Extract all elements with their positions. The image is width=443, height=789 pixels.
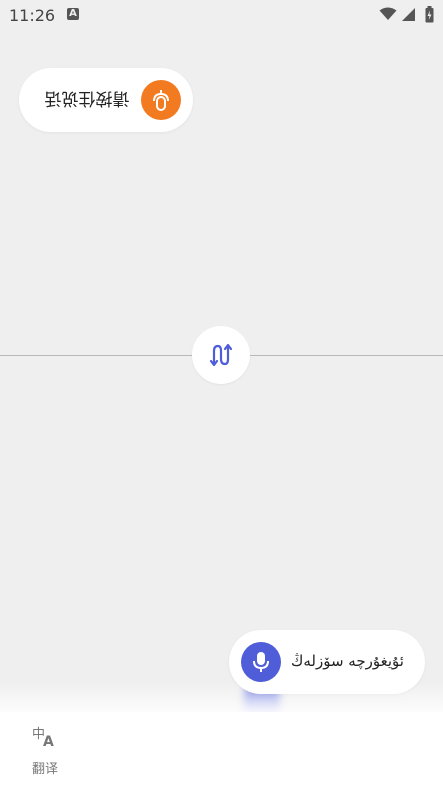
svg-text:A: A bbox=[43, 734, 54, 748]
notification-a-icon: A bbox=[67, 8, 79, 20]
nav-item-translate[interactable]: 中 A 翻译 bbox=[20, 724, 70, 779]
bottom-mic-button[interactable] bbox=[241, 642, 281, 682]
bottom-nav-fade bbox=[0, 682, 443, 714]
status-time: 11:26 bbox=[9, 6, 56, 25]
mic-icon bbox=[253, 652, 269, 672]
top-speak-pill[interactable]: 请按住说话 bbox=[19, 68, 193, 132]
wifi-icon bbox=[379, 7, 397, 20]
status-bar: 11:26 A bbox=[0, 0, 443, 30]
signal-icon bbox=[402, 8, 415, 21]
bottom-prompt-text: ئۇيغۇرچە سۆزلەڭ bbox=[291, 652, 404, 670]
translate-icon: 中 A bbox=[32, 727, 54, 748]
swap-icon bbox=[209, 343, 233, 367]
swap-languages-button[interactable] bbox=[192, 326, 250, 384]
top-mic-button[interactable] bbox=[141, 80, 181, 120]
top-prompt-text: 请按住说话 bbox=[44, 88, 130, 108]
mic-icon bbox=[153, 90, 169, 111]
bottom-nav: 中 A 翻译 bbox=[0, 712, 443, 789]
nav-label-translate: 翻译 bbox=[31, 762, 58, 777]
battery-icon bbox=[425, 6, 434, 23]
